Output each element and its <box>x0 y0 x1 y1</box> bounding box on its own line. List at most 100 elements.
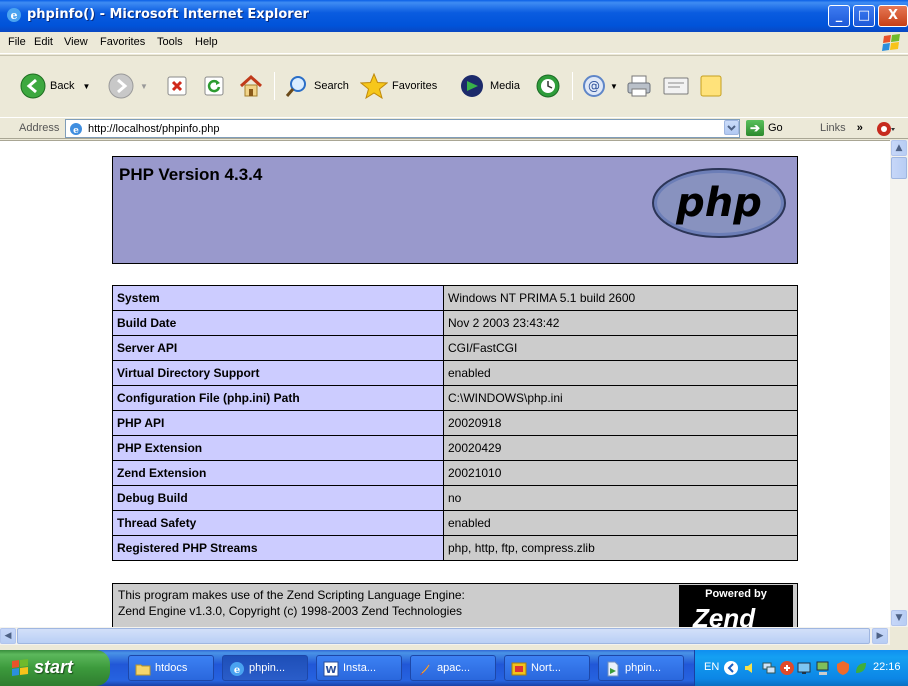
menu-tools[interactable]: Tools <box>157 36 183 48</box>
task-label: apac... <box>437 662 471 674</box>
taskbar-item-phpinfo-ie[interactable]: e phpin... <box>222 655 308 681</box>
svg-text:W: W <box>325 665 336 676</box>
task-label: Nort... <box>531 662 561 674</box>
antivirus-icon[interactable] <box>779 660 795 676</box>
php-logo-icon: php <box>652 168 786 238</box>
minimize-icon: _ <box>835 8 843 23</box>
printer-icon <box>627 75 651 97</box>
info-key: Registered PHP Streams <box>112 535 444 561</box>
info-key: Configuration File (php.ini) Path <box>112 385 444 411</box>
svg-text:@: @ <box>588 79 600 93</box>
info-row: Thread Safety enabled <box>112 510 798 536</box>
edit-button[interactable] <box>662 70 690 102</box>
computer-icon[interactable] <box>815 660 831 676</box>
search-button[interactable]: Search <box>284 70 349 102</box>
folder-icon <box>135 664 151 676</box>
zend-engine-text: This program makes use of the Zend Scrip… <box>118 588 465 602</box>
vertical-scroll-thumb[interactable] <box>891 157 907 179</box>
forward-button[interactable]: ▼ <box>108 70 148 102</box>
stop-button[interactable] <box>166 70 188 102</box>
leaf-icon[interactable] <box>853 660 869 676</box>
zend-copyright-text: Zend Engine v1.3.0, Copyright (c) 1998-2… <box>118 604 462 618</box>
mail-dropdown-icon[interactable]: ▼ <box>610 82 618 91</box>
mail-button[interactable]: @ ▼ <box>582 70 618 102</box>
history-button[interactable] <box>535 70 561 102</box>
messenger-button[interactable] <box>698 70 724 102</box>
print-button[interactable] <box>625 70 653 102</box>
apache-feather-icon <box>420 663 430 675</box>
address-input[interactable]: e http://localhost/phpinfo.php <box>65 119 740 138</box>
links-toolbar[interactable]: Links » <box>820 122 863 134</box>
svg-text:e: e <box>73 126 79 136</box>
info-key: System <box>112 285 444 311</box>
minimize-button[interactable]: _ <box>828 5 850 27</box>
info-row: Zend Extension 20021010 <box>112 460 798 486</box>
chevron-right-icon[interactable]: » <box>857 122 863 134</box>
back-dropdown-icon[interactable]: ▼ <box>82 82 90 91</box>
forward-arrow-icon <box>108 73 134 99</box>
speaker-icon[interactable] <box>743 660 759 676</box>
info-value: 20021010 <box>443 460 798 486</box>
address-dropdown-button[interactable] <box>724 120 739 135</box>
scroll-right-icon[interactable]: ▶ <box>872 628 888 644</box>
info-key: Debug Build <box>112 485 444 511</box>
info-key: Build Date <box>112 310 444 336</box>
close-button[interactable]: X <box>878 5 908 27</box>
mail-icon: @ <box>583 75 605 97</box>
language-indicator[interactable]: EN <box>704 661 719 673</box>
network-icon[interactable] <box>761 660 777 676</box>
scroll-up-icon[interactable]: ▲ <box>891 140 907 156</box>
vertical-scrollbar[interactable]: ▲ ▼ <box>890 140 908 627</box>
home-icon <box>239 74 263 97</box>
clock[interactable]: 22:16 <box>873 661 901 673</box>
internet-explorer-icon: e <box>7 8 21 22</box>
windows-logo-icon <box>882 34 900 51</box>
favorites-label: Favorites <box>392 80 438 92</box>
start-label: start <box>34 657 74 677</box>
menu-help[interactable]: Help <box>195 36 218 48</box>
menu-favorites[interactable]: Favorites <box>100 36 145 48</box>
back-button[interactable]: Back ▼ <box>20 70 90 102</box>
media-button[interactable]: Media <box>458 70 520 102</box>
refresh-button[interactable] <box>203 70 225 102</box>
taskbar-item-norton[interactable]: Nort... <box>504 655 590 681</box>
taskbar-item-apache[interactable]: apac... <box>410 655 496 681</box>
favorites-button[interactable]: Favorites <box>360 70 437 102</box>
address-url: http://localhost/phpinfo.php <box>88 123 220 135</box>
scroll-down-icon[interactable]: ▼ <box>891 610 907 626</box>
start-button[interactable]: start <box>0 650 110 686</box>
go-arrow-icon: ➔ <box>746 120 764 136</box>
horizontal-scroll-thumb[interactable] <box>17 628 870 644</box>
horizontal-scrollbar[interactable]: ◀ ▶ <box>0 627 890 645</box>
task-label: htdocs <box>155 662 188 674</box>
toolbar-extension-icon[interactable] <box>876 120 896 138</box>
menu-edit[interactable]: Edit <box>34 36 53 48</box>
links-label: Links <box>820 122 846 134</box>
info-value: CGI/FastCGI <box>443 335 798 361</box>
tray-expand-icon[interactable] <box>723 660 739 676</box>
go-button[interactable]: ➔ Go <box>746 120 783 136</box>
taskbar-item-word[interactable]: W Insta... <box>316 655 402 681</box>
menu-file[interactable]: File <box>8 36 26 48</box>
note-icon <box>700 75 722 97</box>
refresh-icon <box>204 76 224 96</box>
taskbar: start htdocs e phpin... W Insta... apac.… <box>0 650 908 686</box>
menu-view[interactable]: View <box>64 36 88 48</box>
maximize-button[interactable]: □ <box>853 5 875 27</box>
back-label: Back <box>50 80 75 92</box>
edit-page-icon <box>663 77 689 95</box>
scroll-left-icon[interactable]: ◀ <box>0 628 16 644</box>
system-tray: EN 22:16 <box>694 650 908 686</box>
address-label: Address <box>19 122 60 134</box>
forward-dropdown-icon[interactable]: ▼ <box>140 82 148 91</box>
info-value: 20020918 <box>443 410 798 436</box>
info-value: enabled <box>443 360 798 386</box>
maximize-icon: □ <box>857 8 871 23</box>
taskbar-item-phpinfo-doc[interactable]: phpin... <box>598 655 684 681</box>
taskbar-item-htdocs[interactable]: htdocs <box>128 655 214 681</box>
window-title: phpinfo() - Microsoft Internet Explorer <box>27 7 309 22</box>
home-button[interactable] <box>238 70 264 102</box>
monitor-icon[interactable] <box>797 660 813 676</box>
info-row: Server API CGI/FastCGI <box>112 335 798 361</box>
shield-icon[interactable] <box>835 660 851 676</box>
